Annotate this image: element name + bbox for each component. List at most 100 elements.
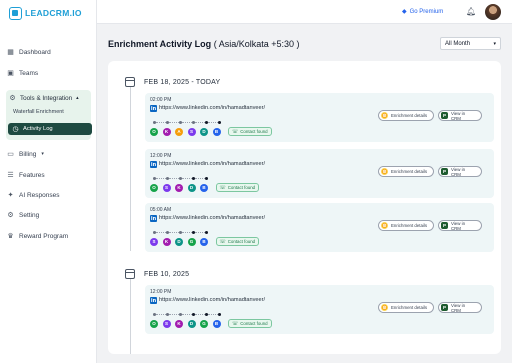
button-label: View in CRM	[450, 166, 466, 177]
sidebar-item-label: Teams	[19, 69, 39, 77]
sidebar-item-teams[interactable]: ▣ Teams	[7, 67, 38, 79]
provider-icon: K	[175, 183, 183, 192]
linkedin-icon: in	[150, 161, 157, 168]
provider-icon: K	[162, 237, 171, 246]
activity-entry: 12:00 PM in https://www.linkedin.com/in/…	[145, 149, 494, 198]
enrichment-icon: ⚙	[381, 304, 388, 311]
sidebar-item-features[interactable]: ☰ Features	[7, 169, 45, 181]
provider-icon: S	[150, 237, 158, 246]
step-dot	[218, 121, 221, 124]
calendar-icon	[125, 77, 135, 87]
view-in-crm-button[interactable]: P View in CRM	[438, 302, 482, 313]
entry-time: 12:00 PM	[150, 153, 172, 159]
grid-icon: ▦	[7, 48, 14, 56]
profile-url[interactable]: https://www.linkedin.com/in/hamadtanveer…	[159, 161, 265, 167]
tools-icon: ⚙	[9, 94, 16, 102]
contact-icon: ☏	[219, 184, 226, 191]
group-label: Tools & Integration	[20, 94, 73, 102]
enrichment-details-button[interactable]: ⚙ Enrichment details	[378, 110, 434, 121]
status-badge: ☏ Contact found	[228, 127, 272, 136]
view-in-crm-button[interactable]: P View in CRM	[438, 166, 482, 177]
sparkle-icon: ✦	[7, 191, 14, 199]
billing-icon: ▭	[7, 150, 14, 158]
provider-icon: K	[175, 319, 183, 328]
avatar[interactable]	[485, 4, 501, 20]
enrichment-details-button[interactable]: ⚙ Enrichment details	[378, 220, 434, 231]
go-premium-label: Go Premium	[409, 8, 444, 15]
sidebar-item-ai-responses[interactable]: ✦ AI Responses	[7, 189, 60, 201]
bell-icon[interactable]: 🔔︎	[466, 7, 476, 16]
view-in-crm-button[interactable]: P View in CRM	[438, 220, 482, 231]
provider-icon: D	[200, 127, 208, 136]
sidebar-item-billing[interactable]: ▭ Billing ▾	[7, 148, 44, 160]
enrichment-icon: ⚙	[381, 222, 388, 229]
crm-icon: P	[441, 304, 448, 311]
provider-icon: B	[212, 127, 221, 136]
provider-icon: G	[187, 237, 196, 246]
status-label: Contact found	[227, 185, 256, 190]
step-dot	[218, 313, 221, 316]
profile-url[interactable]: https://www.linkedin.com/in/hamadtanveer…	[159, 215, 265, 221]
button-label: View in CRM	[450, 110, 466, 121]
sidebar-item-activity-log[interactable]: ◷ Activity Log	[8, 123, 92, 135]
sidebar-item-waterfall-enrichment[interactable]: Waterfall Enrichment	[13, 109, 64, 115]
range-select[interactable]: All Month ▾	[440, 37, 501, 50]
activity-entry: 02:00 PM in https://www.linkedin.com/in/…	[145, 93, 494, 142]
range-select-value: All Month	[445, 40, 471, 47]
sidebar-item-setting[interactable]: ⚙ Setting	[7, 209, 39, 221]
provider-icon: O	[150, 183, 158, 192]
provider-icon: D	[175, 237, 183, 246]
enrichment-icon: ⚙	[381, 112, 388, 119]
go-premium-button[interactable]: ◆ Go Premium	[402, 8, 444, 16]
provider-row: O K A S D B ☏ Contact found	[150, 127, 272, 136]
enrichment-icon: ⚙	[381, 168, 388, 175]
sidebar-item-dashboard[interactable]: ▦ Dashboard	[7, 46, 51, 58]
status-label: Contact found	[240, 321, 268, 326]
profile-url[interactable]: https://www.linkedin.com/in/hamadtanveer…	[159, 105, 265, 111]
contact-icon: ☏	[232, 128, 239, 135]
enrichment-progress	[153, 312, 221, 317]
logo-text: LEADCRM.IO	[25, 8, 82, 18]
date-heading: FEB 18, 2025 - TODAY	[125, 76, 220, 88]
provider-icon: A	[175, 127, 183, 136]
trophy-icon: ♛	[7, 232, 14, 240]
button-label: View in CRM	[450, 302, 466, 313]
date-label: FEB 10, 2025	[144, 270, 190, 278]
status-badge: ☏ Contact found	[215, 183, 260, 192]
provider-row: S K D G B ☏ Contact found	[150, 237, 260, 246]
date-heading: FEB 10, 2025	[125, 268, 189, 280]
entry-time: 02:00 PM	[150, 97, 172, 103]
provider-icon: B	[212, 319, 221, 328]
sidebar-item-label: Setting	[19, 211, 40, 219]
enrichment-details-button[interactable]: ⚙ Enrichment details	[378, 166, 434, 177]
step-dot	[205, 231, 208, 234]
view-in-crm-button[interactable]: P View in CRM	[438, 110, 482, 121]
provider-icon: D	[187, 183, 196, 192]
provider-icon: S	[162, 183, 171, 192]
entry-time: 12:00 PM	[150, 289, 172, 295]
sidebar-item-label: Billing	[19, 150, 37, 158]
sidebar-item-label: Features	[19, 171, 45, 179]
activity-entry: 12:00 PM in https://www.linkedin.com/in/…	[145, 285, 494, 334]
profile-url[interactable]: https://www.linkedin.com/in/hamadtanveer…	[159, 297, 265, 303]
enrichment-details-button[interactable]: ⚙ Enrichment details	[378, 302, 434, 313]
sidebar-item-label: Dashboard	[19, 48, 51, 56]
provider-icon: D	[187, 319, 196, 328]
sidebar-item-tools-integration[interactable]: ⚙ Tools & Integration ▴	[9, 93, 78, 103]
provider-row: O S K D B ☏ Contact found	[150, 183, 260, 192]
sidebar-item-reward-program[interactable]: ♛ Reward Program	[7, 230, 68, 242]
provider-row: O S K D G B ☏ Contact found	[150, 319, 272, 328]
provider-icon: K	[162, 127, 171, 136]
button-label: Enrichment details	[391, 169, 428, 174]
provider-icon: O	[150, 319, 158, 328]
button-label: Enrichment details	[391, 223, 428, 228]
entry-time: 05:00 AM	[150, 207, 172, 213]
sidebar-item-label: Reward Program	[19, 232, 69, 240]
linkedin-icon: in	[150, 297, 157, 304]
features-icon: ☰	[7, 171, 14, 179]
provider-icon: S	[187, 127, 196, 136]
contact-icon: ☏	[219, 238, 226, 245]
logo[interactable]: LEADCRM.IO	[9, 6, 82, 20]
status-label: Contact found	[240, 129, 268, 134]
gear-icon: ⚙	[7, 211, 14, 219]
